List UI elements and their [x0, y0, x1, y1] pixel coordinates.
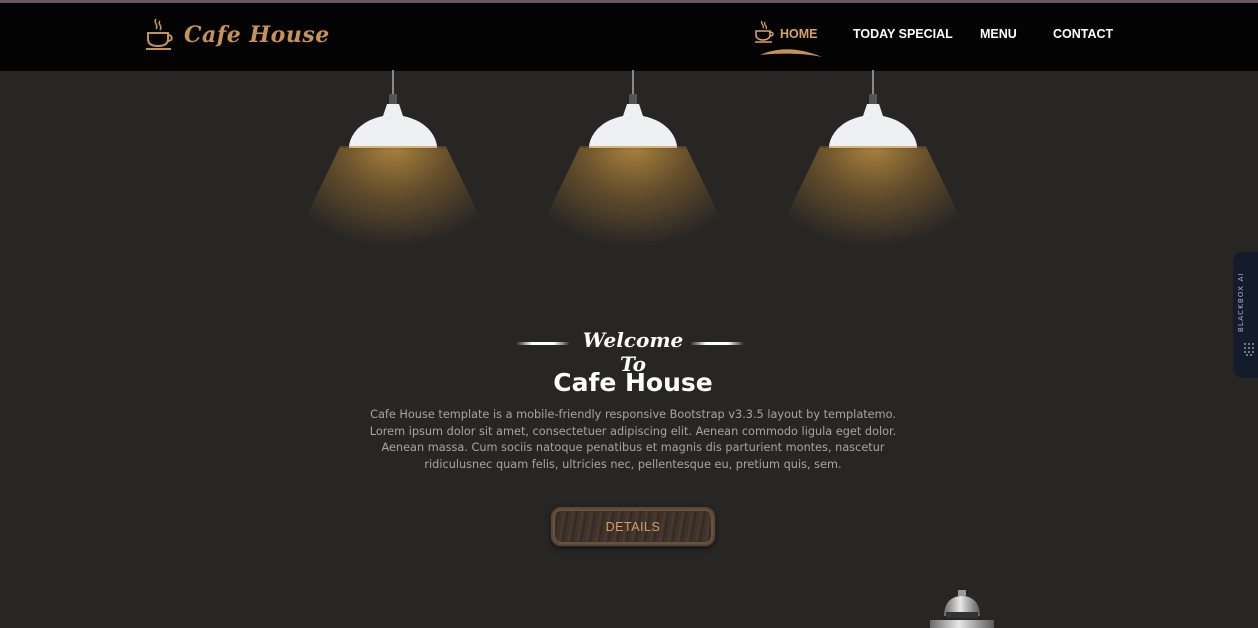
pendant-lamp [273, 70, 513, 290]
decorative-dash [516, 342, 570, 345]
brand-name: Cafe House [184, 22, 330, 48]
details-button[interactable]: DETAILS [551, 507, 715, 546]
pendant-lamp [513, 70, 753, 290]
decorative-dash [690, 342, 744, 345]
lamp-shade-icon [589, 94, 677, 148]
nav-contact[interactable]: CONTACT [1053, 27, 1113, 41]
nav-menu[interactable]: MENU [980, 27, 1017, 41]
coffee-machine-image [930, 590, 994, 628]
welcome-heading: Welcome To [514, 326, 746, 376]
nav-cup-icon [755, 20, 774, 43]
lamp-light-cone [513, 146, 753, 286]
nav-home[interactable]: HOME [780, 27, 818, 41]
lamp-light-cone [273, 146, 513, 286]
coffee-cup-icon [146, 18, 173, 50]
hero-title: Cafe House [553, 368, 713, 397]
site-header: Cafe House HOME TODAY SPECIAL MENU CONTA… [0, 3, 1258, 71]
pendant-lamp [753, 70, 993, 290]
brand-logo[interactable]: Cafe House [144, 17, 330, 53]
dots-icon [1244, 343, 1254, 356]
lamp-light-cone [753, 146, 993, 286]
nav-today-special[interactable]: TODAY SPECIAL [853, 27, 953, 41]
hero-description: Cafe House template is a mobile-friendly… [369, 408, 897, 471]
side-widget-label: BLACKBOX AI [1237, 272, 1245, 332]
lamp-shade-icon [349, 94, 437, 148]
lamp-shade-icon [829, 94, 917, 148]
nav-active-swash [760, 49, 822, 57]
